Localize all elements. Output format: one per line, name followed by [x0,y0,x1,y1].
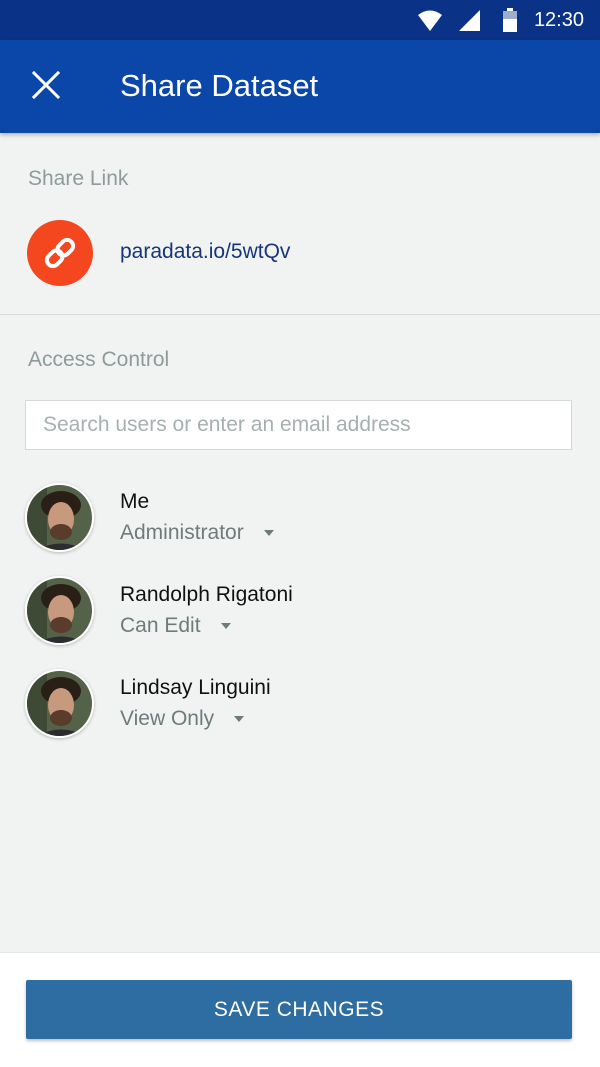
role-label: Can Edit [120,614,201,637]
search-field [25,400,572,450]
role-dropdown[interactable]: Can Edit [120,612,231,640]
close-icon [31,70,61,104]
avatar [25,669,94,738]
user-row: Lindsay Linguini View Only [25,669,585,739]
role-dropdown[interactable]: Administrator [120,519,274,547]
footer-bar: SAVE CHANGES [0,952,600,1067]
role-dropdown[interactable]: View Only [120,705,245,733]
user-name: Lindsay Linguini [120,676,271,699]
user-row: Me Administrator [25,483,585,553]
role-label: Administrator [120,521,244,544]
status-bar: 12:30 [0,0,600,40]
caret-down-icon [234,716,245,722]
signal-icon [459,10,481,37]
share-link-url[interactable]: paradata.io/5wtQv [120,238,290,266]
user-name: Randolph Rigatoni [120,583,293,606]
role-label: View Only [120,707,215,730]
avatar [25,576,94,645]
avatar [25,483,94,552]
caret-down-icon [220,623,231,629]
app-bar: Share Dataset [0,40,600,133]
user-search-input[interactable] [26,401,571,449]
share-link-label: Share Link [28,167,129,190]
save-changes-button[interactable]: SAVE CHANGES [26,980,572,1039]
user-row: Randolph Rigatoni Can Edit [25,576,585,646]
share-link-row: paradata.io/5wtQv [27,220,587,286]
user-name: Me [120,490,150,513]
close-button[interactable] [22,63,70,111]
link-icon[interactable] [27,220,93,286]
caret-down-icon [263,530,274,536]
section-divider [0,314,600,315]
status-time: 12:30 [533,9,584,31]
wifi-icon [418,10,442,37]
page-title: Share Dataset [120,68,319,103]
access-control-label: Access Control [28,348,170,371]
battery-icon [503,8,517,37]
